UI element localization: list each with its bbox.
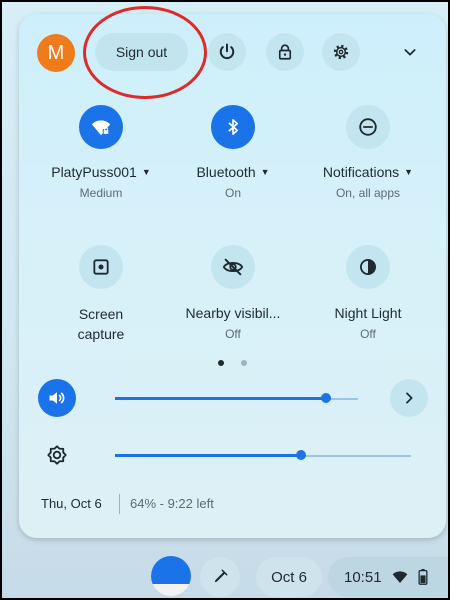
power-icon [219, 43, 235, 59]
nearby-visibility-status: Off [225, 327, 241, 341]
nearby-share-off-icon [222, 258, 244, 276]
chevron-down-icon [404, 49, 416, 56]
volume-icon [49, 392, 65, 404]
status-divider [119, 494, 120, 514]
screen-capture-label: Screen capture [77, 306, 125, 342]
battery-icon [418, 569, 428, 585]
page-dot-1[interactable] [218, 360, 224, 366]
wifi-icon [392, 571, 407, 583]
brightness-indicator [38, 436, 76, 474]
pod-button[interactable] [151, 556, 191, 596]
audio-settings-button[interactable] [390, 379, 428, 417]
avatar[interactable]: M [37, 34, 75, 72]
stylus-icon [214, 569, 228, 583]
pod-thumbnail [151, 556, 191, 584]
screen-capture-icon [93, 259, 109, 275]
wifi-lock-icon [91, 120, 111, 136]
lock-icon [278, 44, 292, 60]
notifications-label: Notifications [322, 164, 400, 180]
screen: M Sign out PlatyPuss001 ▼ Medium Bluetoo… [0, 0, 450, 600]
gear-icon [333, 44, 349, 60]
chevron-right-icon [406, 392, 413, 404]
mute-button[interactable] [38, 379, 76, 417]
sign-out-label: Sign out [115, 44, 168, 60]
notifications-status: On, all apps [335, 186, 401, 200]
screen-capture-toggle[interactable] [79, 245, 123, 289]
bluetooth-toggle[interactable] [211, 105, 255, 149]
wifi-toggle[interactable] [79, 105, 123, 149]
night-light-toggle[interactable] [346, 245, 390, 289]
night-light-status: Off [360, 327, 376, 341]
bluetooth-icon [228, 119, 238, 135]
avatar-letter: M [47, 41, 65, 64]
collapse-button[interactable] [398, 40, 422, 64]
nearby-visibility-toggle[interactable] [211, 245, 255, 289]
do-not-disturb-icon [359, 118, 377, 136]
date-label[interactable]: Thu, Oct 6 [41, 496, 102, 511]
status-tray[interactable]: 10:51 [328, 557, 448, 597]
brightness-icon [47, 445, 67, 465]
battery-status: 64% - 9:22 left [130, 496, 214, 511]
wifi-strength: Medium [79, 186, 123, 200]
shelf-date: Oct 6 [271, 568, 307, 586]
caret-down-icon: ▼ [404, 167, 414, 177]
volume-slider-thumb[interactable] [321, 393, 331, 403]
wifi-tile-label[interactable]: PlatyPuss001 ▼ [31, 164, 171, 180]
power-button[interactable] [208, 33, 246, 71]
page-dot-2[interactable] [241, 360, 247, 366]
bluetooth-tile-label[interactable]: Bluetooth ▼ [163, 164, 303, 180]
brightness-slider-thumb[interactable] [296, 450, 306, 460]
bluetooth-status: On [224, 186, 241, 200]
notifications-tile-label[interactable]: Notifications ▼ [298, 164, 438, 180]
caret-down-icon: ▼ [260, 167, 270, 177]
brightness-slider-fill [115, 454, 301, 457]
lock-button[interactable] [266, 33, 304, 71]
caret-down-icon: ▼ [141, 167, 151, 177]
night-light-icon [360, 259, 376, 275]
notifications-toggle[interactable] [346, 105, 390, 149]
shelf-time: 10:51 [344, 568, 382, 586]
settings-button[interactable] [322, 33, 360, 71]
nearby-visibility-label: Nearby visibil... [185, 305, 281, 321]
shelf-date-button[interactable]: Oct 6 [256, 557, 322, 597]
volume-slider-fill [115, 397, 326, 400]
night-light-label: Night Light [334, 305, 402, 321]
bluetooth-label: Bluetooth [196, 164, 256, 180]
sign-out-button[interactable]: Sign out [95, 33, 188, 71]
stylus-tools-button[interactable] [200, 557, 240, 597]
wifi-network-name: PlatyPuss001 [51, 164, 137, 180]
